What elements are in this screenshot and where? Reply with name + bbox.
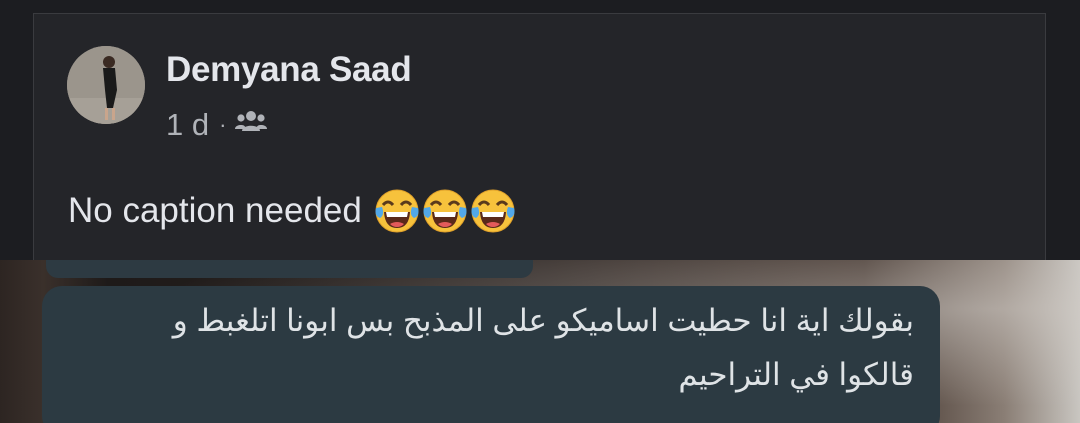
chat-message: بقولك اية انا حطيت اساميكو على المذبح بس… bbox=[54, 294, 914, 402]
author-name[interactable]: Demyana Saad bbox=[166, 50, 412, 90]
post-meta: 1 d · bbox=[166, 107, 268, 143]
emoji-group bbox=[374, 188, 516, 234]
previous-chat-bubble bbox=[46, 260, 533, 278]
meta-separator: · bbox=[219, 112, 227, 137]
tears-of-joy-emoji-icon bbox=[423, 189, 467, 233]
avatar[interactable] bbox=[67, 46, 145, 124]
tears-of-joy-emoji-icon bbox=[471, 189, 515, 233]
post-time[interactable]: 1 d bbox=[166, 107, 209, 143]
chat-message-line: بقولك اية انا حطيت اساميكو على المذبح بس… bbox=[172, 303, 914, 338]
chat-message-line: قالكوا في التراحيم bbox=[678, 357, 914, 392]
post-photo[interactable]: بقولك اية انا حطيت اساميكو على المذبح بس… bbox=[0, 260, 1080, 423]
post-caption: No caption needed bbox=[68, 188, 516, 234]
avatar-image bbox=[67, 46, 145, 124]
tears-of-joy-emoji-icon bbox=[375, 189, 419, 233]
chat-bubble: بقولك اية انا حطيت اساميكو على المذبح بس… bbox=[42, 286, 940, 423]
caption-text: No caption needed bbox=[68, 191, 362, 230]
post-card: Demyana Saad 1 d · No caption needed bbox=[33, 13, 1046, 260]
friends-icon[interactable] bbox=[234, 107, 268, 143]
